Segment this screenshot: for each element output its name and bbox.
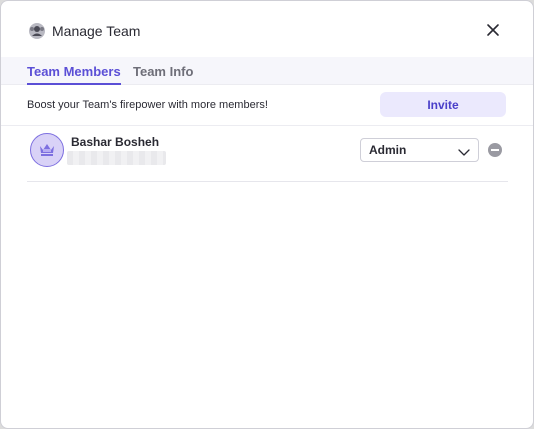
team-icon — [28, 22, 46, 40]
role-select[interactable]: Admin — [360, 138, 479, 162]
invite-button[interactable]: Invite — [380, 92, 506, 117]
crown-icon — [40, 144, 54, 156]
role-label: Admin — [369, 143, 407, 157]
promo-text: Boost your Team's firepower with more me… — [27, 99, 268, 111]
tab-bar: Team Members Team Info — [1, 57, 533, 85]
avatar — [30, 133, 64, 167]
remove-member-icon[interactable] — [488, 143, 502, 157]
chevron-down-icon — [458, 145, 470, 157]
dialog-header: Manage Team — [1, 1, 533, 58]
tab-team-info[interactable]: Team Info — [133, 64, 193, 80]
member-row: Bashar Bosheh Admin — [27, 126, 508, 182]
tab-team-members[interactable]: Team Members — [27, 64, 121, 85]
dialog-title: Manage Team — [52, 23, 141, 39]
member-name: Bashar Bosheh — [71, 135, 160, 149]
manage-team-dialog: Manage Team Team Members Team Info Boost… — [0, 0, 534, 429]
close-icon[interactable] — [485, 22, 501, 38]
member-email — [67, 151, 166, 165]
